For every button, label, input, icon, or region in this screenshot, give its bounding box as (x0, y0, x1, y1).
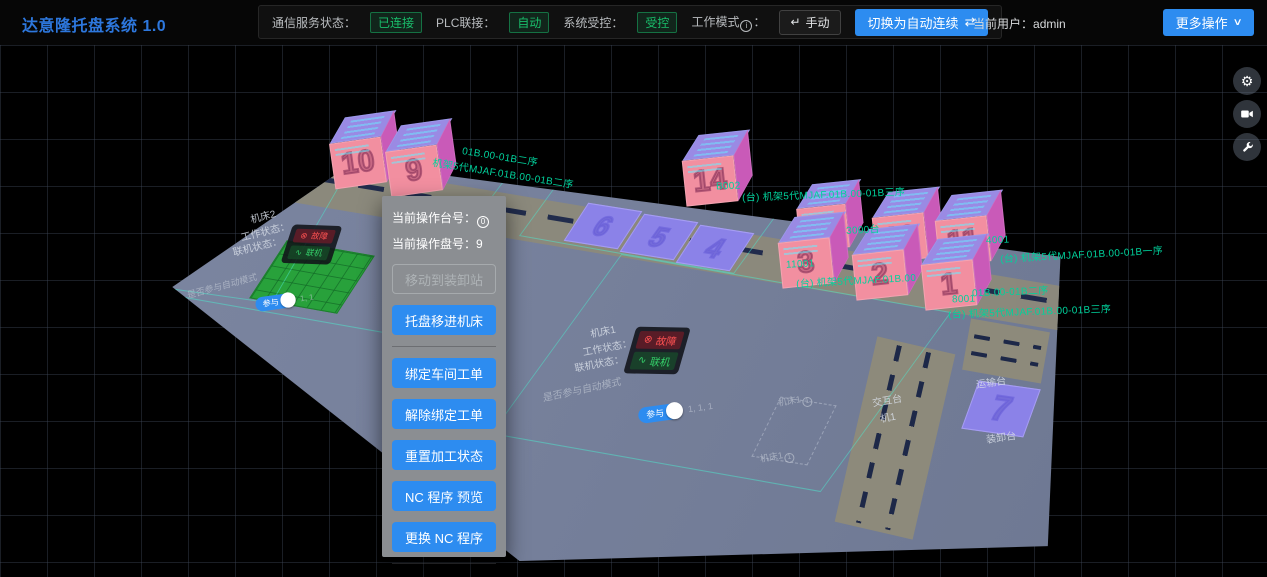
pallet-info: 当前操作盘号：9 (392, 231, 496, 257)
camera-view-button[interactable] (1233, 100, 1261, 128)
manual-mode-button[interactable]: ↵ 手动 (779, 10, 840, 35)
pallet-context-menu: 当前操作台号：0 当前操作盘号：9 移动到装卸站 托盘移进机床 绑定车间工单 解… (382, 196, 506, 557)
work-order-label: 4001 (986, 234, 1010, 246)
road-transport (962, 318, 1050, 383)
comm-status-badge: 已连接 (370, 12, 422, 33)
control-status-badge: 受控 (637, 12, 677, 33)
unbind-order-button[interactable]: 解除绑定工单 (392, 399, 496, 429)
app-title: 达意隆托盘系统 1.0 (22, 12, 166, 36)
tools-button[interactable] (1233, 133, 1261, 161)
gear-icon: ⚙ (1241, 73, 1254, 90)
work-order-label: (台) 机架5代MJAF.01B.00-01B三序 (742, 183, 906, 204)
reset-state-button[interactable]: 重置加工状态 (392, 440, 496, 470)
plc-status-label: PLC联接： (436, 14, 495, 31)
pallet-number: 10 (329, 137, 387, 190)
menu-divider (392, 563, 496, 564)
video-camera-icon (1240, 107, 1254, 121)
nc-change-button[interactable]: 更换 NC 程序 (392, 522, 496, 552)
link-icon: ∿ (636, 355, 648, 367)
fault-icon: ⊗ (299, 231, 309, 241)
status-bar: 通信服务状态： 已连接 PLC联接： 自动 系统受控： 受控 工作模式i： ↵ … (258, 5, 1002, 39)
comm-status-label: 通信服务状态： (272, 14, 356, 31)
pallet-into-machine-button[interactable]: 托盘移进机床 (392, 305, 496, 335)
enter-arrow-icon: ↵ (790, 15, 800, 29)
current-user: 当前用户：admin (973, 15, 1066, 32)
move-to-dock-button[interactable]: 移动到装卸站 (392, 264, 496, 294)
fault-icon: ⊗ (642, 334, 654, 346)
work-order-label: (台) 机架5代MJAF.01B.00-01B一序 (1000, 242, 1164, 266)
machine-short-label: 机1 (879, 408, 897, 425)
top-header: 达意隆托盘系统 1.0 通信服务状态： 已连接 PLC联接： 自动 系统受控： … (0, 0, 1267, 45)
work-mode-label: 工作模式i： (691, 13, 765, 32)
work-order-label: 8001 (952, 294, 976, 306)
more-actions-button[interactable]: 更多操作 ∨ (1163, 9, 1254, 36)
viewport-3d[interactable]: 10 9 14 13 3 12 2 11 1 6 5 4 7 机床2 工作状态：… (0, 45, 1267, 577)
pallet-number: 9 (385, 145, 443, 198)
work-order-label: 11001 (786, 258, 815, 270)
info-icon: i (740, 20, 752, 32)
pallet-cube-9[interactable]: 9 (385, 145, 443, 198)
switch-auto-button[interactable]: 切换为自动连续 ⇄ (855, 9, 989, 36)
work-order-label: 3000台 (846, 220, 880, 237)
pallet-cube-10[interactable]: 10 (329, 137, 387, 190)
wrench-icon (1241, 141, 1254, 154)
bind-order-button[interactable]: 绑定车间工单 (392, 358, 496, 388)
chevron-down-icon: ∨ (1232, 17, 1242, 28)
menu-divider (392, 346, 496, 347)
work-order-label: 01B.00-01B二序 (972, 282, 1049, 300)
work-order-label: B002 (716, 181, 741, 193)
settings-button[interactable]: ⚙ (1233, 67, 1261, 95)
plc-status-badge: 自动 (509, 12, 549, 33)
control-status-label: 系统受控： (563, 14, 623, 31)
station-info: 当前操作台号：0 (392, 205, 496, 231)
link-icon: ∿ (294, 248, 304, 258)
nc-preview-button[interactable]: NC 程序 预览 (392, 481, 496, 511)
